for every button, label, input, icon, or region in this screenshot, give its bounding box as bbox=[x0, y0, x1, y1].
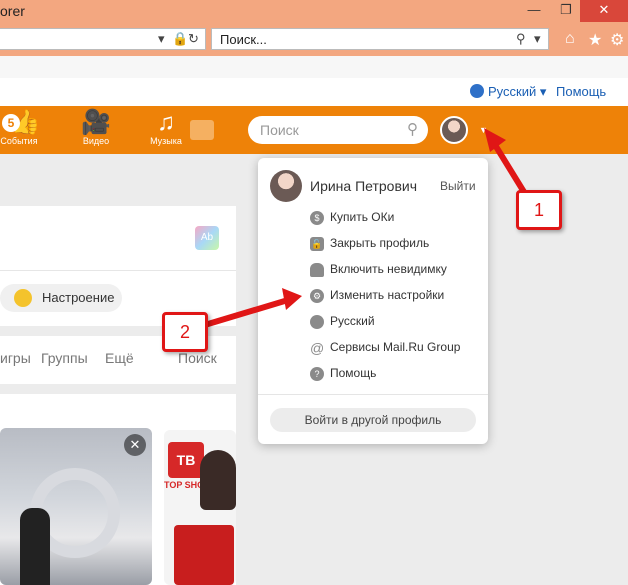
callout-1: 1 bbox=[516, 190, 562, 230]
arrow-2-shaft bbox=[205, 297, 291, 327]
arrow-2-head bbox=[282, 288, 302, 310]
callout-2: 2 bbox=[162, 312, 208, 352]
arrow-1-shaft bbox=[489, 137, 527, 195]
annotation-arrows bbox=[205, 128, 527, 327]
